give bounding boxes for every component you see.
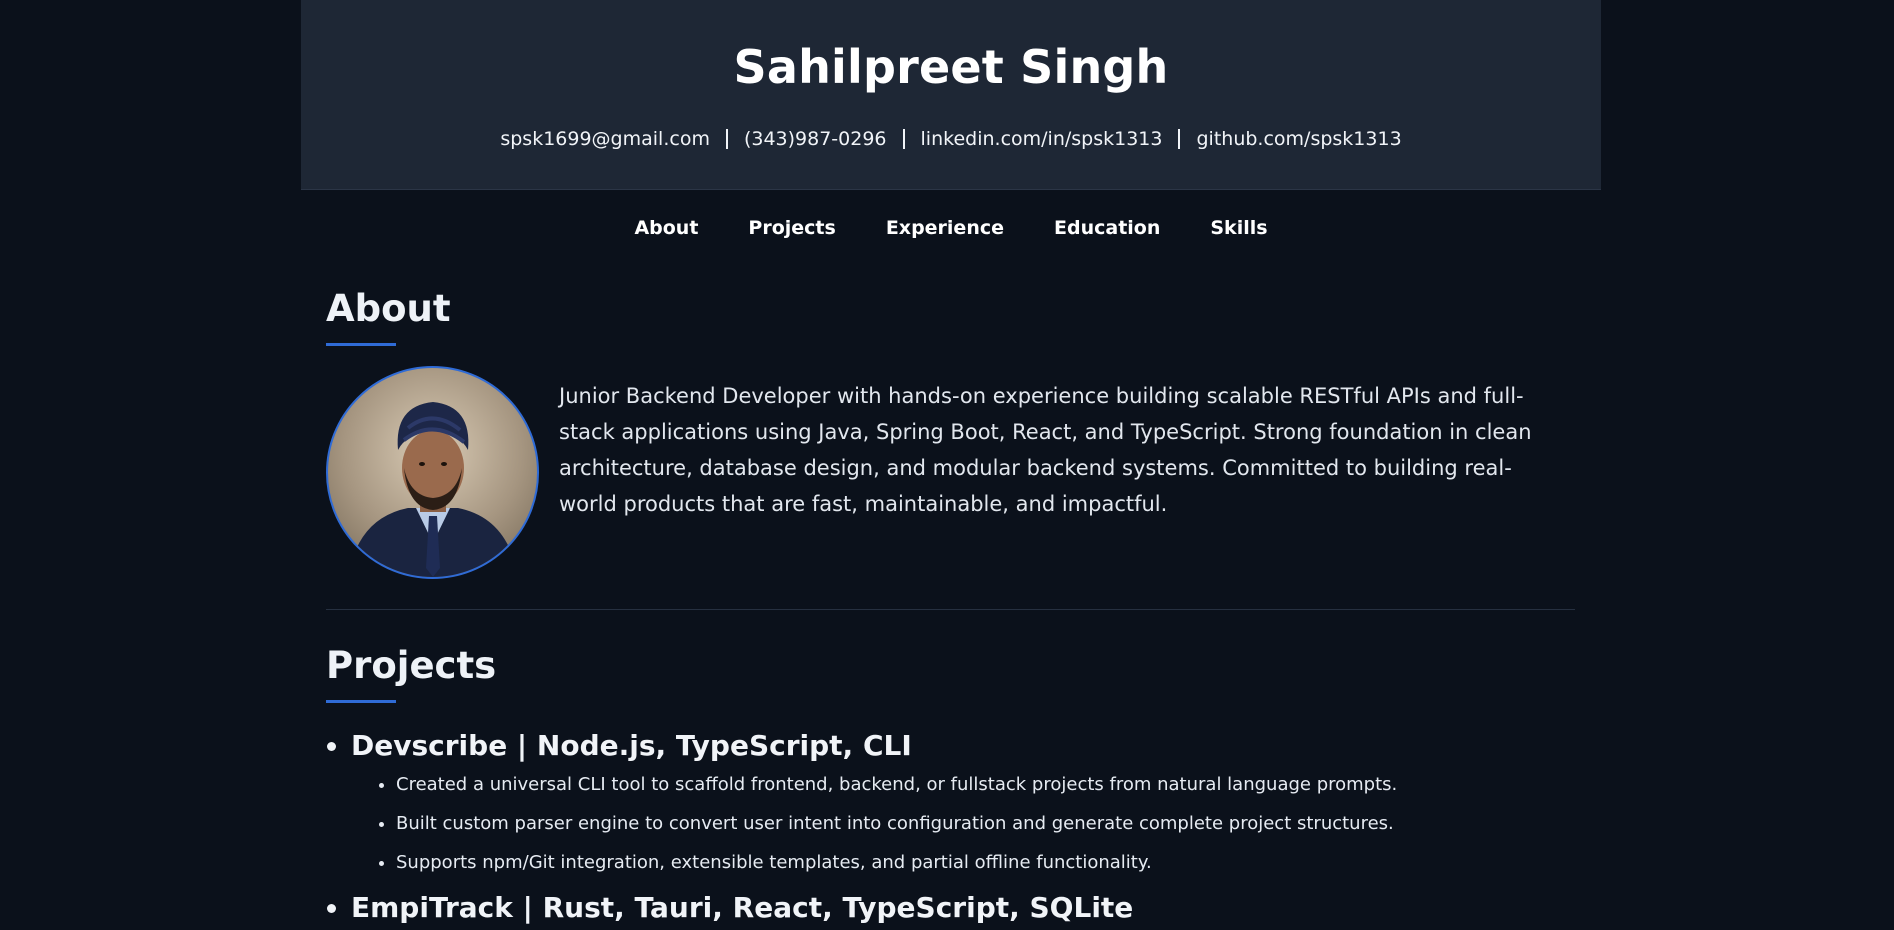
about-row: Junior Backend Developer with hands-on e…: [326, 366, 1575, 579]
nav-experience[interactable]: Experience: [886, 217, 1004, 239]
project-bullet: Created a universal CLI tool to scaffold…: [396, 774, 1575, 796]
portrait-image: [348, 402, 518, 577]
contact-bar: spsk1699@gmail.com (343)987-0296 linkedi…: [301, 128, 1601, 150]
heading-underline: [326, 343, 396, 346]
project-bullets: Created a universal CLI tool to scaffold…: [351, 774, 1575, 874]
contact-separator: [902, 129, 905, 149]
nav-projects[interactable]: Projects: [748, 217, 835, 239]
project-bullet: Built custom parser engine to convert us…: [396, 813, 1575, 835]
main-content: About Junior Backend Developer with hand…: [301, 290, 1601, 924]
projects-list: Devscribe | Node.js, TypeScript, CLI Cre…: [326, 729, 1575, 924]
heading-underline: [326, 700, 396, 703]
main-nav: About Projects Experience Education Skil…: [301, 190, 1601, 266]
project-title: EmpiTrack | Rust, Tauri, React, TypeScri…: [351, 891, 1134, 924]
contact-separator: [725, 129, 728, 149]
email-link[interactable]: spsk1699@gmail.com: [500, 128, 710, 150]
project-item: Devscribe | Node.js, TypeScript, CLI Cre…: [351, 729, 1575, 874]
project-item: EmpiTrack | Rust, Tauri, React, TypeScri…: [351, 891, 1575, 924]
contact-separator: [1178, 129, 1181, 149]
phone-link[interactable]: (343)987-0296: [744, 128, 887, 150]
page-header: Sahilpreet Singh spsk1699@gmail.com (343…: [301, 0, 1601, 190]
page-container: Sahilpreet Singh spsk1699@gmail.com (343…: [301, 0, 1601, 930]
section-divider: [326, 609, 1575, 610]
linkedin-link[interactable]: linkedin.com/in/spsk1313: [921, 128, 1163, 150]
nav-about[interactable]: About: [634, 217, 698, 239]
github-link[interactable]: github.com/spsk1313: [1196, 128, 1401, 150]
projects-section: Projects Devscribe | Node.js, TypeScript…: [326, 647, 1575, 924]
nav-skills[interactable]: Skills: [1210, 217, 1267, 239]
about-text: Junior Backend Developer with hands-on e…: [559, 384, 1532, 516]
project-title: Devscribe | Node.js, TypeScript, CLI: [351, 729, 912, 762]
avatar: [326, 366, 539, 579]
projects-heading: Projects: [326, 644, 497, 687]
about-heading: About: [326, 287, 451, 330]
page-title: Sahilpreet Singh: [733, 40, 1169, 94]
about-section: About Junior Backend Developer with hand…: [326, 290, 1575, 610]
project-bullet: Supports npm/Git integration, extensible…: [396, 852, 1575, 874]
nav-education[interactable]: Education: [1054, 217, 1160, 239]
